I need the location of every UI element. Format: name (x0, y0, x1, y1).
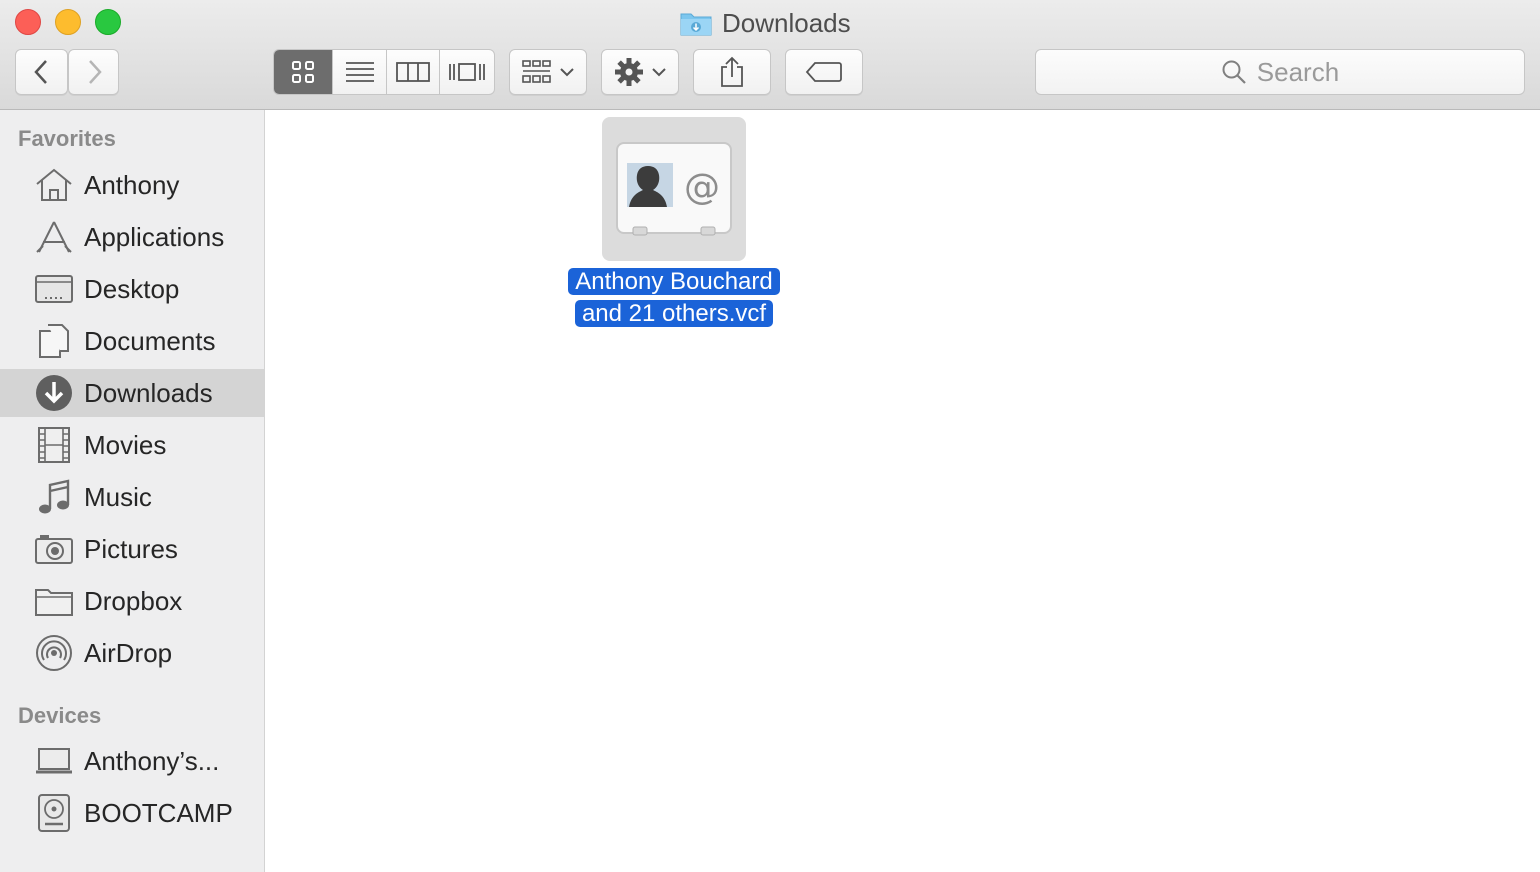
search-field[interactable]: Search (1035, 49, 1525, 95)
sidebar-item-desktop[interactable]: Desktop (0, 265, 264, 313)
list-view-icon (345, 62, 374, 82)
sidebar-item-label: Music (84, 481, 152, 512)
laptop-icon (34, 741, 74, 781)
sidebar: Favorites Anthony Applications Desktop D… (0, 110, 265, 872)
sidebar-item-applications[interactable]: Applications (0, 213, 264, 261)
sidebar-item-label: Anthony’s... (84, 745, 220, 776)
disk-icon (34, 793, 74, 833)
movies-icon (34, 425, 74, 465)
documents-icon (34, 321, 74, 361)
sidebar-item-movies[interactable]: Movies (0, 421, 264, 469)
sidebar-item-dropbox[interactable]: Dropbox (0, 577, 264, 625)
devices-section-title: Devices (18, 703, 102, 728)
chevron-left-icon (33, 60, 47, 84)
airdrop-icon (34, 633, 74, 673)
home-icon (34, 165, 74, 205)
sidebar-item-laptop[interactable]: Anthony’s... (0, 737, 264, 785)
applications-icon (34, 217, 74, 257)
sidebar-item-bootcamp[interactable]: BOOTCAMP (0, 789, 264, 837)
window-title: Downloads (680, 6, 851, 40)
folder-icon (34, 581, 74, 621)
column-view-icon (396, 62, 430, 82)
sidebar-item-label: AirDrop (84, 637, 173, 668)
sidebar-item-label: Downloads (84, 377, 213, 408)
favorites-section-title: Favorites (18, 126, 116, 151)
cover-flow-view-button[interactable] (440, 50, 494, 94)
sidebar-item-anthony[interactable]: Anthony (0, 161, 264, 209)
icon-view-button[interactable] (274, 50, 333, 94)
column-view-button[interactable] (387, 50, 440, 94)
search-icon (1222, 60, 1246, 84)
minimize-window-button[interactable] (55, 9, 81, 35)
window-title-text: Downloads (722, 7, 851, 38)
file-browser-area[interactable]: @ Anthony Bouchard and 21 others.vcf (266, 111, 1540, 872)
file-name-line1: Anthony Bouchard (568, 268, 780, 295)
sidebar-item-documents[interactable]: Documents (0, 317, 264, 365)
share-icon (721, 56, 743, 87)
toolbar: Downloads Search (0, 0, 1540, 110)
sidebar-item-airdrop[interactable]: AirDrop (0, 629, 264, 677)
gear-icon (615, 58, 643, 86)
zoom-window-button[interactable] (95, 9, 121, 35)
pictures-icon (34, 529, 74, 569)
sidebar-item-label: BOOTCAMP (84, 797, 233, 828)
sidebar-item-label: Anthony (84, 169, 180, 200)
downloads-folder-icon (680, 10, 712, 36)
forward-button[interactable] (68, 49, 119, 95)
music-icon (34, 477, 74, 517)
sidebar-item-label: Applications (84, 221, 225, 252)
share-button[interactable] (693, 49, 771, 95)
tags-button[interactable] (785, 49, 863, 95)
file-name[interactable]: Anthony Bouchard and 21 others.vcf (558, 266, 790, 330)
chevron-down-icon (560, 68, 574, 77)
sidebar-item-downloads[interactable]: Downloads (0, 369, 264, 417)
sidebar-item-label: Movies (84, 429, 167, 460)
sidebar-item-label: Documents (84, 325, 216, 356)
sidebar-item-label: Desktop (84, 273, 180, 304)
downloads-icon (34, 373, 74, 413)
action-button[interactable] (601, 49, 679, 95)
vcard-icon: @ (616, 142, 732, 236)
chevron-down-icon (652, 68, 666, 77)
arrange-icon (522, 60, 551, 83)
svg-text:@: @ (684, 167, 720, 208)
view-mode-control (273, 49, 495, 95)
sidebar-item-label: Pictures (84, 533, 178, 564)
cover-flow-icon (449, 63, 485, 81)
chevron-right-icon (88, 60, 102, 84)
back-button[interactable] (15, 49, 68, 95)
desktop-icon (34, 269, 74, 309)
search-placeholder: Search (1256, 56, 1340, 87)
file-name-line2: and 21 others.vcf (574, 300, 774, 327)
file-thumbnail[interactable]: @ (602, 117, 746, 261)
arrange-button[interactable] (509, 49, 587, 95)
tag-icon (805, 62, 842, 82)
sidebar-item-pictures[interactable]: Pictures (0, 525, 264, 573)
sidebar-item-music[interactable]: Music (0, 473, 264, 521)
sidebar-item-label: Dropbox (84, 585, 183, 616)
icon-view-icon (292, 61, 314, 83)
list-view-button[interactable] (333, 50, 387, 94)
close-window-button[interactable] (15, 9, 41, 35)
